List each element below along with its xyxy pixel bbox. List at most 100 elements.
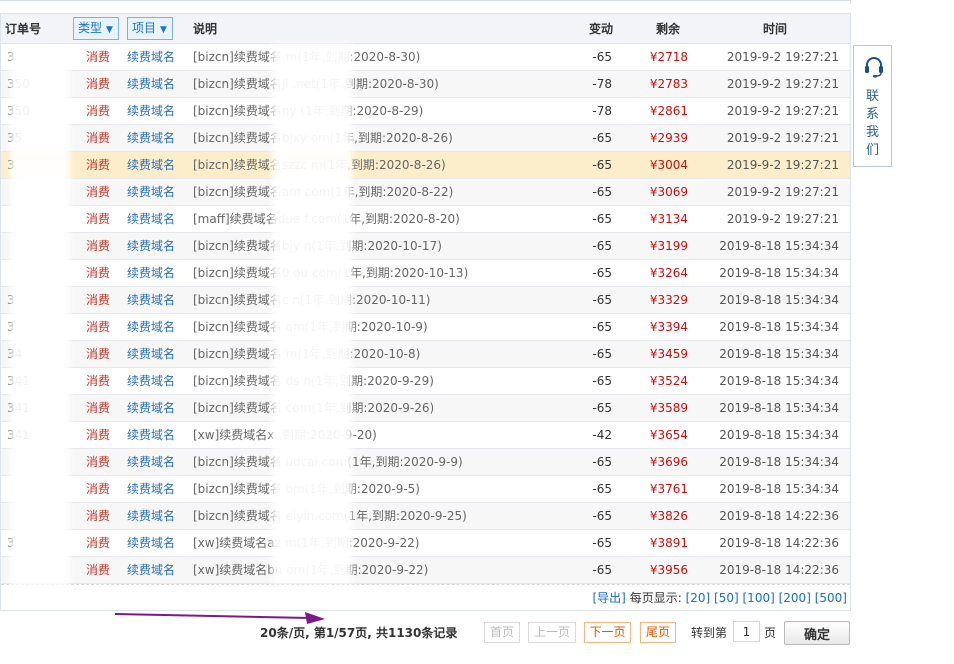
table-row[interactable]: 消费 续费域名 [bizcn]续费域名am com(1年,到期:2020-8-22)… [1, 179, 850, 206]
table-row[interactable]: 消费 续费域名 [bizcn]续费域名bjy n(1年,到期:2020-10-17)… [1, 233, 850, 260]
goto-unit: 页 [764, 626, 777, 640]
page-size-50[interactable]: [50] [714, 591, 739, 605]
balance-cell: ¥3761 [649, 482, 688, 496]
last-page-button[interactable]: 尾页 [640, 622, 676, 643]
page-size-20[interactable]: [20] [686, 591, 711, 605]
order-no-cell: 3 [7, 158, 15, 172]
first-page-button[interactable]: 首页 [484, 622, 520, 643]
description-cell: [bizcn]续费域名0 ou.com(1年,到期:2020-10-13) [193, 266, 469, 280]
table-row[interactable]: 341 消费 续费域名 [bizcn]续费域名 com(1年,到期:2020-9-26… [1, 395, 850, 422]
item-link[interactable]: 续费域名 [127, 368, 187, 395]
balance-cell: ¥3199 [649, 239, 688, 253]
table-row[interactable]: 3 消费 续费域名 [bizcn]续费域名 m(1年,到期:2020-8-30) -65… [1, 44, 850, 71]
item-link[interactable]: 续费域名 [127, 503, 187, 530]
change-cell: -65 [592, 293, 612, 307]
table-row[interactable]: 35 消费 续费域名 [bizcn]续费域名bjxy om(1年,到期:2020-8-… [1, 125, 850, 152]
table-row[interactable]: 消费 续费域名 [bizcn]续费域名0 ou.com(1年,到期:2020-10-… [1, 260, 850, 287]
change-cell: -65 [592, 509, 612, 523]
goto-label: 转到第 [691, 626, 728, 640]
table-footer: [导出] 每页显示: [20] [50] [100] [200] [500] [1, 584, 850, 610]
item-filter-label: 项目 [132, 21, 157, 35]
table-row[interactable]: 350 消费 续费域名 [bizcn]续费域名ji .net(1年,到期:2020-8… [1, 71, 850, 98]
item-link[interactable]: 续费域名 [127, 476, 187, 503]
pagination: 20条/页, 第1/57页, 共1130条记录 首页 上一页 下一页 尾页 转到… [0, 617, 851, 647]
table-row[interactable]: 消费 续费域名 [bizcn]续费域名 uocai.com(1年,到期:2020-9… [1, 449, 850, 476]
time-cell: 2019-8-18 15:34:34 [719, 482, 839, 496]
change-cell: -65 [592, 347, 612, 361]
order-no-cell: 3 [7, 536, 15, 550]
balance-cell: ¥2783 [649, 77, 688, 91]
change-cell: -65 [592, 563, 612, 577]
time-cell: 2019-9-2 19:27:21 [726, 158, 839, 172]
table-row[interactable]: 3 消费 续费域名 [bizcn]续费域名c n(1年,到期:2020-10-11) -… [1, 287, 850, 314]
change-cell: -65 [592, 50, 612, 64]
table-row[interactable]: 3 消费 续费域名 [bizcn]续费域名szzc m(1年,到期:2020-8-26… [1, 152, 850, 179]
item-link[interactable]: 续费域名 [127, 314, 187, 341]
page-size-500[interactable]: [500] [815, 591, 847, 605]
type-filter-dropdown[interactable]: 类型 ▼ [73, 17, 119, 40]
order-no-cell [7, 179, 67, 206]
item-link[interactable]: 续费域名 [127, 152, 187, 179]
order-no-cell: 3 [7, 320, 15, 334]
prev-page-button[interactable]: 上一页 [528, 622, 576, 643]
item-link[interactable]: 续费域名 [127, 557, 187, 584]
table-row[interactable]: 34 消费 续费域名 [bizcn]续费域名 m(1年,到期:2020-10-8) -6… [1, 341, 850, 368]
description-cell: [bizcn]续费域名 ds n(1年,到期:2020-9-29) [193, 374, 434, 388]
type-cell: 消费 [86, 266, 111, 280]
change-cell: -78 [592, 104, 612, 118]
item-link[interactable]: 续费域名 [127, 395, 187, 422]
item-link[interactable]: 续费域名 [127, 530, 187, 557]
header-time: 时间 [763, 22, 788, 36]
order-no-cell [7, 233, 67, 260]
balance-cell: ¥3654 [649, 428, 688, 442]
pagination-summary: 20条/页, 第1/57页, 共1130条记录 [260, 626, 458, 640]
table-row[interactable]: 350 消费 续费域名 [bizcn]续费域名ny (1年,到期:2020-8-29)… [1, 98, 850, 125]
item-link[interactable]: 续费域名 [127, 422, 187, 449]
goto-page-input[interactable] [733, 621, 760, 642]
item-link[interactable]: 续费域名 [127, 260, 187, 287]
item-link[interactable]: 续费域名 [127, 71, 187, 98]
item-link[interactable]: 续费域名 [127, 206, 187, 233]
table-row[interactable]: 3 消费 续费域名 [xw]续费域名az m(1年,到期:2020-9-22) -65 ¥… [1, 530, 850, 557]
change-cell: -65 [592, 374, 612, 388]
time-cell: 2019-9-2 19:27:21 [726, 50, 839, 64]
order-no-cell: 3 [7, 293, 15, 307]
item-link[interactable]: 续费域名 [127, 44, 187, 71]
table-row[interactable]: 3 消费 续费域名 [bizcn]续费域名 om(1年,到期:2020-10-9) -6… [1, 314, 850, 341]
order-no-cell [7, 260, 67, 287]
time-cell: 2019-9-2 19:27:21 [726, 131, 839, 145]
order-no-cell [7, 449, 67, 476]
time-cell: 2019-9-2 19:27:21 [726, 185, 839, 199]
item-link[interactable]: 续费域名 [127, 287, 187, 314]
contact-us-widget[interactable]: 联 系 我 们 [853, 45, 892, 167]
time-cell: 2019-8-18 15:34:34 [719, 401, 839, 415]
table-row[interactable]: 消费 续费域名 [maff]续费域名due f.com(1年,到期:2020-8-2… [1, 206, 850, 233]
item-link[interactable]: 续费域名 [127, 233, 187, 260]
table-row[interactable]: 消费 续费域名 [bizcn]续费域名 eiyin.com(1年,到期:2020-9… [1, 503, 850, 530]
description-cell: [bizcn]续费域名c n(1年,到期:2020-10-11) [193, 293, 431, 307]
item-link[interactable]: 续费域名 [127, 449, 187, 476]
item-link[interactable]: 续费域名 [127, 98, 187, 125]
item-link[interactable]: 续费域名 [127, 179, 187, 206]
confirm-goto-button[interactable]: 确定 [784, 621, 850, 645]
table-row[interactable]: 341 消费 续费域名 [xw]续费域名x ,到期:2020-9-20) -42 ¥365… [1, 422, 850, 449]
item-link[interactable]: 续费域名 [127, 341, 187, 368]
table-row[interactable]: 消费 续费域名 [bizcn]续费域名 om(1年,到期:2020-9-5) -65 ¥… [1, 476, 850, 503]
order-no-cell: 34 [7, 347, 23, 361]
table-row[interactable]: 消费 续费域名 [xw]续费域名bn om(1年,到期:2020-9-22) -65 ¥… [1, 557, 850, 584]
type-cell: 消费 [86, 239, 111, 253]
type-cell: 消费 [86, 293, 111, 307]
item-filter-dropdown[interactable]: 项目 ▼ [127, 17, 173, 40]
change-cell: -65 [592, 266, 612, 280]
table-row[interactable]: 341 消费 续费域名 [bizcn]续费域名 ds n(1年,到期:2020-9-2… [1, 368, 850, 395]
time-cell: 2019-8-18 15:34:34 [719, 347, 839, 361]
export-link[interactable]: [导出] [592, 591, 625, 605]
balance-cell: ¥3134 [649, 212, 688, 226]
item-link[interactable]: 续费域名 [127, 125, 187, 152]
change-cell: -65 [592, 401, 612, 415]
page-size-100[interactable]: [100] [743, 591, 775, 605]
next-page-button[interactable]: 下一页 [584, 622, 631, 643]
page-size-200[interactable]: [200] [779, 591, 811, 605]
time-cell: 2019-8-18 14:22:36 [719, 536, 839, 550]
type-filter-label: 类型 [78, 21, 103, 35]
